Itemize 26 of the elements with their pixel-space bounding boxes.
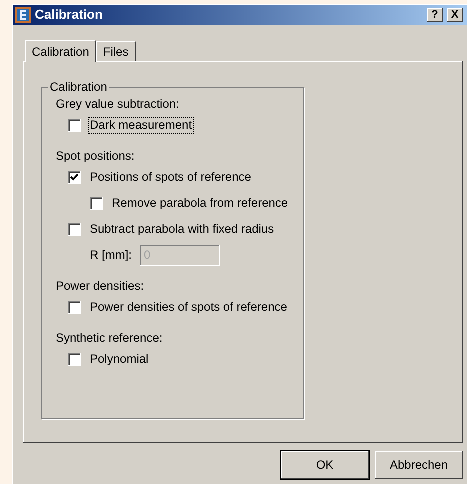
checkbox[interactable] <box>68 170 81 184</box>
checkbox[interactable] <box>68 352 81 366</box>
section-heading: Spot positions: <box>56 148 136 164</box>
checkbox-label[interactable]: Polynomial <box>89 352 150 366</box>
checkbox[interactable] <box>68 118 81 132</box>
dialog-button[interactable]: OK <box>281 451 369 479</box>
help-button[interactable]: ? <box>427 8 443 22</box>
dialog-button[interactable]: Abbrechen <box>375 451 463 479</box>
tab[interactable]: Files <box>96 41 136 61</box>
window-title: Calibration <box>35 6 104 24</box>
check-icon <box>70 172 79 182</box>
section-heading: Synthetic reference: <box>56 330 164 346</box>
section-heading: Power densities: <box>56 278 146 294</box>
checkbox[interactable] <box>68 300 81 314</box>
checkbox-label[interactable]: Dark measurement <box>89 118 194 132</box>
checkbox[interactable] <box>90 196 103 210</box>
tab[interactable]: Calibration <box>25 40 96 62</box>
field-label: R [mm]: <box>90 247 132 264</box>
checkbox-label[interactable]: Remove parabola from reference <box>111 196 290 210</box>
section-heading: Grey value subtraction: <box>56 96 180 112</box>
checkbox-label[interactable]: Positions of spots of reference <box>89 170 252 184</box>
checkbox[interactable] <box>68 222 81 236</box>
checkbox-label[interactable]: Subtract parabola with fixed radius <box>89 222 276 236</box>
close-button[interactable]: X <box>447 8 463 22</box>
checkbox-label[interactable]: Power densities of spots of reference <box>89 300 288 314</box>
app-icon <box>15 7 31 23</box>
